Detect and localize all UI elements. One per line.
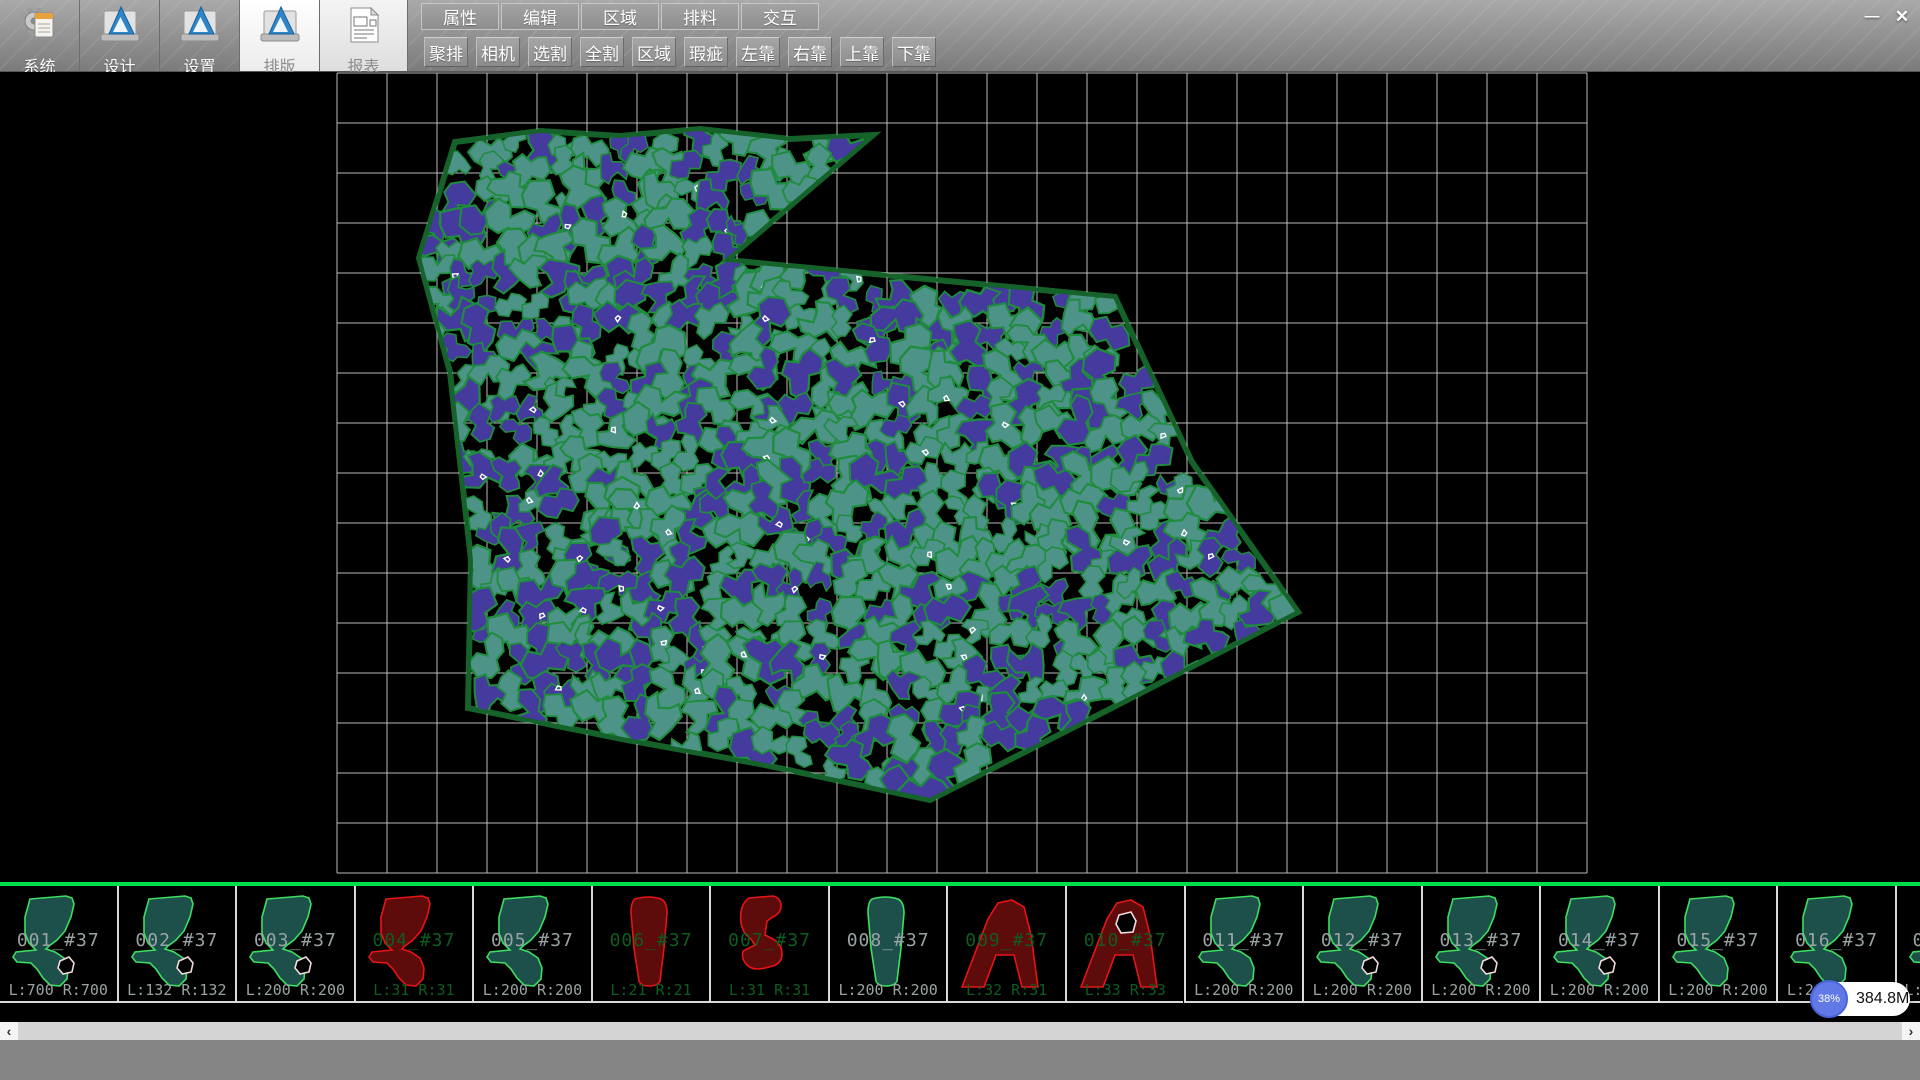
piece-label: 006_#37 [593,930,710,951]
piece-label: 007_#37 [711,930,828,951]
piece-lr-count: L:200 R:200 [1304,981,1421,999]
piece-thumbnail-8[interactable]: 008_#37 L:200 R:200 [828,886,947,1003]
piece-label: 002_#37 [119,930,236,951]
piece-lr-count: L:132 R:132 [119,981,236,999]
piece-thumbnail-9[interactable]: 009_#37 L:32 R:31 [946,886,1065,1003]
piece-thumbnail-strip: 001_#37 L:700 R:700 002_#37 L:132 R:132 00… [0,882,1920,1005]
piece-label: 010_#37 [1067,930,1184,951]
piece-thumbnail-13[interactable]: 013_#37 L:200 R:200 [1421,886,1540,1003]
progress-badge: 38% [1810,980,1848,1018]
piece-lr-count: L:200 R:200 [237,981,354,999]
scroll-left-button[interactable]: ‹ [0,1022,18,1040]
piece-label: 012_#37 [1304,930,1421,951]
piece-label: 001_#37 [0,930,117,951]
piece-label: 009_#37 [948,930,1065,951]
piece-thumbnail-1[interactable]: 001_#37 L:700 R:700 [0,886,117,1003]
horizontal-scrollbar[interactable]: ‹ › [0,1022,1920,1040]
piece-label: 017_#37 [1897,930,1920,951]
piece-lr-count: L:31 R:31 [711,981,828,999]
nesting-canvas[interactable] [0,72,1920,882]
piece-lr-count: L:200 R:200 [1660,981,1777,999]
scroll-right-button[interactable]: › [1902,1022,1920,1040]
nested-hide-drawing [0,0,1920,882]
piece-label: 004_#37 [356,930,473,951]
memory-value: 384.8M [1856,990,1909,1008]
piece-thumbnail-15[interactable]: 015_#37 L:200 R:200 [1658,886,1777,1003]
piece-label: 016_#37 [1778,930,1895,951]
piece-label: 011_#37 [1186,930,1303,951]
piece-lr-count: L:200 R:200 [474,981,591,999]
piece-thumbnail-14[interactable]: 014_#37 L:200 R:200 [1539,886,1658,1003]
piece-thumbnail-11[interactable]: 011_#37 L:200 R:200 [1184,886,1303,1003]
piece-lr-count: L:21 R:21 [593,981,710,999]
piece-thumbnail-7[interactable]: 007_#37 L:31 R:31 [709,886,828,1003]
piece-label: 008_#37 [830,930,947,951]
piece-lr-count: L:32 R:31 [948,981,1065,999]
piece-lr-count: L:31 R:31 [356,981,473,999]
piece-thumbnail-12[interactable]: 012_#37 L:200 R:200 [1302,886,1421,1003]
app-window: 系统 设计 设置 排版 报表 属性编辑区域排料交互 聚排相机选割全割区域瑕疵左靠… [0,0,1920,1080]
piece-lr-count: L:200 R:200 [1541,981,1658,999]
memory-status-pill: 38% 384.8M [1812,982,1910,1016]
piece-thumbnail-10[interactable]: 010_#37 L:33 R:33 [1065,886,1184,1003]
piece-lr-count: L:700 R:700 [0,981,117,999]
piece-lr-count: L:33 R:33 [1067,981,1184,999]
status-footer [0,1040,1920,1080]
piece-label: 015_#37 [1660,930,1777,951]
piece-label: 003_#37 [237,930,354,951]
piece-label: 014_#37 [1541,930,1658,951]
piece-thumbnail-5[interactable]: 005_#37 L:200 R:200 [472,886,591,1003]
piece-label: 005_#37 [474,930,591,951]
piece-lr-count: L:200 R:200 [1186,981,1303,999]
piece-thumbnail-2[interactable]: 002_#37 L:132 R:132 [117,886,236,1003]
piece-thumbnail-6[interactable]: 006_#37 L:21 R:21 [591,886,710,1003]
piece-label: 013_#37 [1423,930,1540,951]
piece-thumbnail-3[interactable]: 003_#37 L:200 R:200 [235,886,354,1003]
piece-lr-count: L:200 R:200 [1423,981,1540,999]
piece-thumbnail-4[interactable]: 004_#37 L:31 R:31 [354,886,473,1003]
piece-lr-count: L:200 R:200 [830,981,947,999]
